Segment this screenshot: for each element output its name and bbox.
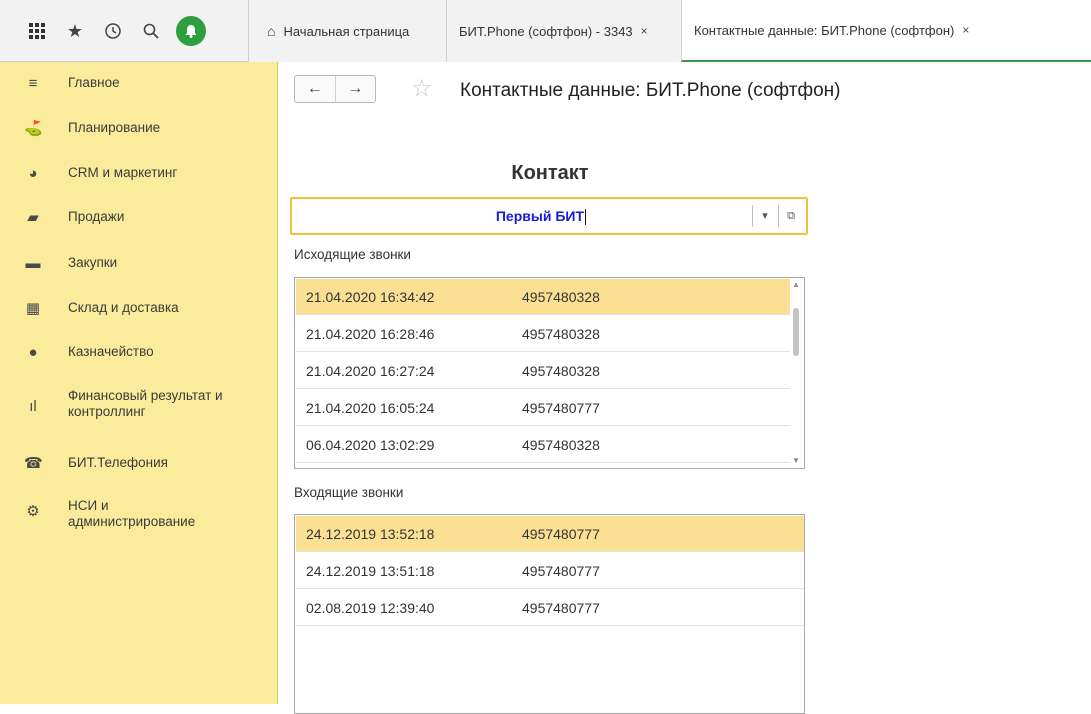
sidebar-item-warehouse[interactable]: ▦ Склад и доставка	[0, 297, 278, 319]
contact-field[interactable]: Первый БИТ ▾ ⧉	[290, 197, 808, 235]
sidebar-item-purchases[interactable]: ▬ Закупки	[0, 252, 278, 274]
history-nav: ← →	[294, 75, 376, 103]
warehouse-icon: ▦	[25, 300, 41, 317]
forward-button[interactable]: →	[336, 76, 376, 102]
field-divider	[778, 205, 779, 227]
call-phone: 4957480328	[522, 363, 600, 379]
tab-label: Начальная страница	[283, 23, 410, 39]
table-row[interactable]: 24.12.2019 13:52:18 4957480777	[296, 516, 804, 552]
call-date: 24.12.2019 13:51:18	[306, 563, 435, 579]
incoming-calls-label: Входящие звонки	[294, 485, 404, 500]
call-date: 21.04.2020 16:34:42	[306, 289, 435, 305]
sidebar-item-label: Планирование	[68, 120, 161, 135]
outgoing-calls-label: Исходящие звонки	[294, 247, 411, 262]
dropdown-button[interactable]: ▾	[754, 199, 776, 233]
scrollbar[interactable]: ▲ ▼	[788, 278, 804, 468]
sidebar-item-telephony[interactable]: ☎ БИТ.Телефония	[0, 452, 278, 474]
planning-icon: ⛳	[24, 120, 43, 137]
tab-bit-phone[interactable]: БИТ.Phone (софтфон) - 3343 ×	[446, 0, 681, 62]
table-row[interactable]: 21.04.2020 16:05:24 4957480777	[296, 390, 790, 426]
scroll-thumb[interactable]	[793, 308, 799, 356]
call-phone: 4957480777	[522, 600, 600, 616]
scroll-down-arrow-icon[interactable]: ▼	[788, 454, 804, 468]
sidebar-item-crm[interactable]: ◕ CRM и маркетинг	[0, 162, 278, 184]
tab-label: Контактные данные: БИТ.Phone (софтфон)	[694, 22, 955, 38]
call-phone: 4957480328	[522, 437, 600, 453]
telephone-icon: ☎	[24, 455, 43, 472]
call-phone: 4957480777	[522, 563, 600, 579]
call-date: 02.08.2019 12:39:40	[306, 600, 435, 616]
sidebar-item-planning[interactable]: ⛳ Планирование	[0, 117, 278, 139]
gear-icon: ⚙	[26, 503, 40, 520]
sidebar-item-label: БИТ.Телефония	[68, 455, 168, 470]
sidebar-item-main[interactable]: ≡ Главное	[0, 72, 278, 94]
contact-value[interactable]: Первый БИТ	[292, 199, 752, 233]
sidebar-item-label: Склад и доставка	[68, 300, 179, 315]
text-cursor	[585, 209, 586, 226]
sidebar-item-treasury[interactable]: ● Казначейство	[0, 341, 278, 363]
home-icon: ⌂	[267, 23, 276, 39]
shopping-bag-icon: ▰	[27, 209, 39, 226]
page-title: Контактные данные: БИТ.Phone (софтфон)	[460, 80, 841, 101]
sidebar-item-admin[interactable]: ⚙ НСИ и администрирование	[0, 498, 278, 534]
call-phone: 4957480328	[522, 289, 600, 305]
sidebar-item-label: Продажи	[68, 209, 125, 224]
tab-label: БИТ.Phone (софтфон) - 3343	[459, 23, 633, 39]
sidebar-item-label: Главное	[68, 75, 120, 90]
table-row[interactable]: 21.04.2020 16:34:42 4957480328	[296, 279, 790, 315]
menu-lines-icon: ≡	[28, 74, 38, 92]
bar-chart-icon: ıl	[29, 398, 37, 415]
table-row[interactable]: 21.04.2020 16:28:46 4957480328	[296, 316, 790, 352]
cart-icon: ▬	[25, 254, 41, 272]
sidebar-item-label: Закупки	[68, 255, 118, 270]
ruble-coin-icon: ●	[28, 343, 38, 361]
call-date: 21.04.2020 16:28:46	[306, 326, 435, 342]
sidebar-item-label: CRM и маркетинг	[68, 165, 178, 180]
table-row[interactable]: 21.04.2020 16:27:24 4957480328	[296, 353, 790, 389]
field-divider	[752, 205, 753, 227]
call-phone: 4957480777	[522, 526, 600, 542]
call-date: 24.12.2019 13:52:18	[306, 526, 435, 542]
table-row[interactable]: 02.08.2019 12:39:40 4957480777	[296, 590, 804, 626]
sidebar: ≡ Главное ⛳ Планирование ◕ CRM и маркети…	[0, 62, 278, 704]
tab-contact-data[interactable]: Контактные данные: БИТ.Phone (софтфон) ×	[681, 0, 1091, 62]
call-date: 21.04.2020 16:27:24	[306, 363, 435, 379]
close-icon[interactable]: ×	[962, 23, 969, 37]
sidebar-item-label: НСИ и администрирование	[68, 498, 196, 529]
favorite-star-icon[interactable]: ☆	[411, 74, 433, 103]
star-icon[interactable]: ★	[56, 12, 94, 50]
contact-heading: Контакт	[511, 162, 589, 184]
sidebar-item-financial-result[interactable]: ıl Финансовый результат и контроллинг	[0, 388, 278, 424]
table-row[interactable]: 24.12.2019 13:51:18 4957480777	[296, 553, 804, 589]
toolbar-icons: ★	[0, 0, 248, 62]
call-phone: 4957480777	[522, 400, 600, 416]
bell-icon[interactable]	[176, 16, 206, 46]
call-date: 21.04.2020 16:05:24	[306, 400, 435, 416]
top-bar: ★ ⌂ Начальная страница БИТ.Phone (софтфо…	[0, 0, 1091, 62]
back-button[interactable]: ←	[295, 76, 336, 102]
scroll-up-arrow-icon[interactable]: ▲	[788, 278, 804, 292]
table-row[interactable]: 06.04.2020 13:02:29 4957480328	[296, 427, 790, 463]
search-icon[interactable]	[132, 12, 170, 50]
tab-home[interactable]: ⌂ Начальная страница	[248, 0, 446, 62]
call-date: 06.04.2020 13:02:29	[306, 437, 435, 453]
close-icon[interactable]: ×	[641, 24, 648, 38]
open-form-icon[interactable]: ⧉	[780, 199, 802, 233]
call-phone: 4957480328	[522, 326, 600, 342]
sidebar-item-label: Финансовый результат и контроллинг	[68, 388, 223, 419]
history-icon[interactable]	[94, 12, 132, 50]
incoming-calls-table: 24.12.2019 13:52:18 4957480777 24.12.201…	[294, 514, 805, 714]
apps-grid-icon[interactable]	[18, 12, 56, 50]
outgoing-calls-table: 21.04.2020 16:34:42 4957480328 21.04.202…	[294, 277, 805, 469]
sidebar-item-sales[interactable]: ▰ Продажи	[0, 206, 278, 228]
pie-chart-icon: ◕	[28, 164, 38, 182]
tab-strip: ⌂ Начальная страница БИТ.Phone (софтфон)…	[248, 0, 1091, 62]
sidebar-item-label: Казначейство	[68, 344, 154, 359]
